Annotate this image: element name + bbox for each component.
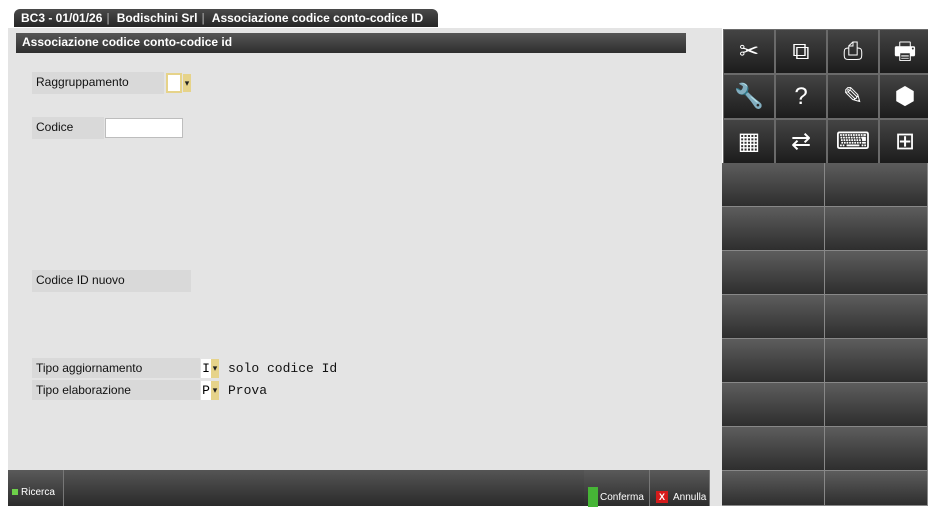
- tipo-aggiornamento-label: Tipo aggiornamento: [32, 358, 200, 378]
- tipo-elaborazione-desc: Prova: [228, 383, 268, 398]
- function-button[interactable]: [722, 295, 825, 339]
- grid-icon[interactable]: ⊞: [879, 119, 928, 164]
- confirm-green-icon: [588, 487, 598, 508]
- calculator-icon[interactable]: ▦: [723, 119, 775, 164]
- ricerca-button[interactable]: Ricerca: [8, 470, 64, 506]
- function-button[interactable]: [825, 295, 928, 339]
- conferma-button[interactable]: Conferma: [584, 470, 650, 508]
- tipo-elaborazione-input[interactable]: P: [201, 381, 211, 400]
- transfer-arrows-icon[interactable]: ⇄: [775, 119, 827, 164]
- scissors-icon[interactable]: ✂: [723, 29, 775, 74]
- tab-bar: BC3 - 01/01/26 | Bodischini Srl | Associazio…: [0, 0, 928, 28]
- tipo-aggiornamento-input[interactable]: I: [201, 359, 211, 378]
- raggruppamento-label: Raggruppamento: [32, 72, 164, 94]
- function-button[interactable]: [722, 207, 825, 251]
- ricerca-label: Ricerca: [21, 487, 55, 498]
- conferma-label: Conferma: [600, 492, 644, 503]
- codice-label: Codice: [32, 117, 104, 139]
- form-title: Associazione codice conto-codice id: [16, 33, 686, 53]
- keyboard-icon[interactable]: ⌨: [827, 119, 879, 164]
- annulla-label: Annulla: [673, 492, 707, 503]
- codice-input[interactable]: [105, 118, 183, 138]
- form-area: [8, 28, 722, 506]
- notes-icon[interactable]: ✎: [827, 74, 879, 119]
- print-preview-icon[interactable]: ⎙: [827, 29, 879, 74]
- function-button[interactable]: [722, 163, 825, 207]
- function-button[interactable]: [722, 383, 825, 427]
- raggruppamento-input[interactable]: [166, 73, 182, 93]
- tab-company-name: Bodischini Srl: [116, 11, 198, 25]
- tipo-aggiornamento-dropdown-icon[interactable]: ▾: [211, 359, 219, 378]
- function-button[interactable]: [825, 427, 928, 471]
- function-button[interactable]: [722, 339, 825, 383]
- function-button[interactable]: [825, 251, 928, 295]
- annulla-button[interactable]: X Annulla: [650, 470, 710, 506]
- function-button[interactable]: [825, 471, 928, 506]
- green-square-icon: [12, 489, 18, 495]
- function-button[interactable]: [825, 207, 928, 251]
- function-button[interactable]: [722, 427, 825, 471]
- printer-icon[interactable]: 🖶: [879, 29, 928, 74]
- box-icon[interactable]: ⬢: [879, 74, 928, 119]
- help-question-icon[interactable]: ?: [775, 74, 827, 119]
- function-button[interactable]: [825, 163, 928, 207]
- tipo-elaborazione-label: Tipo elaborazione: [32, 380, 200, 400]
- tipo-elaborazione-dropdown-icon[interactable]: ▾: [211, 381, 219, 400]
- function-button[interactable]: [825, 383, 928, 427]
- tipo-aggiornamento-desc: solo codice Id: [228, 361, 338, 376]
- function-button[interactable]: [722, 251, 825, 295]
- function-button[interactable]: [722, 471, 825, 506]
- tab-company-code: BC3 - 01/01/26: [21, 11, 103, 25]
- wrench-icon[interactable]: 🔧: [723, 74, 775, 119]
- copy-document-icon[interactable]: ⧉: [775, 29, 827, 74]
- raggruppamento-dropdown-icon[interactable]: ▾: [183, 74, 191, 92]
- close-icon: X: [656, 491, 668, 504]
- codice-id-nuovo-label: Codice ID nuovo: [32, 270, 191, 292]
- tab-window-name: Associazione codice conto-codice ID: [211, 11, 424, 25]
- tab-active-window[interactable]: BC3 - 01/01/26 | Bodischini Srl | Associazio…: [14, 9, 438, 27]
- function-button[interactable]: [825, 339, 928, 383]
